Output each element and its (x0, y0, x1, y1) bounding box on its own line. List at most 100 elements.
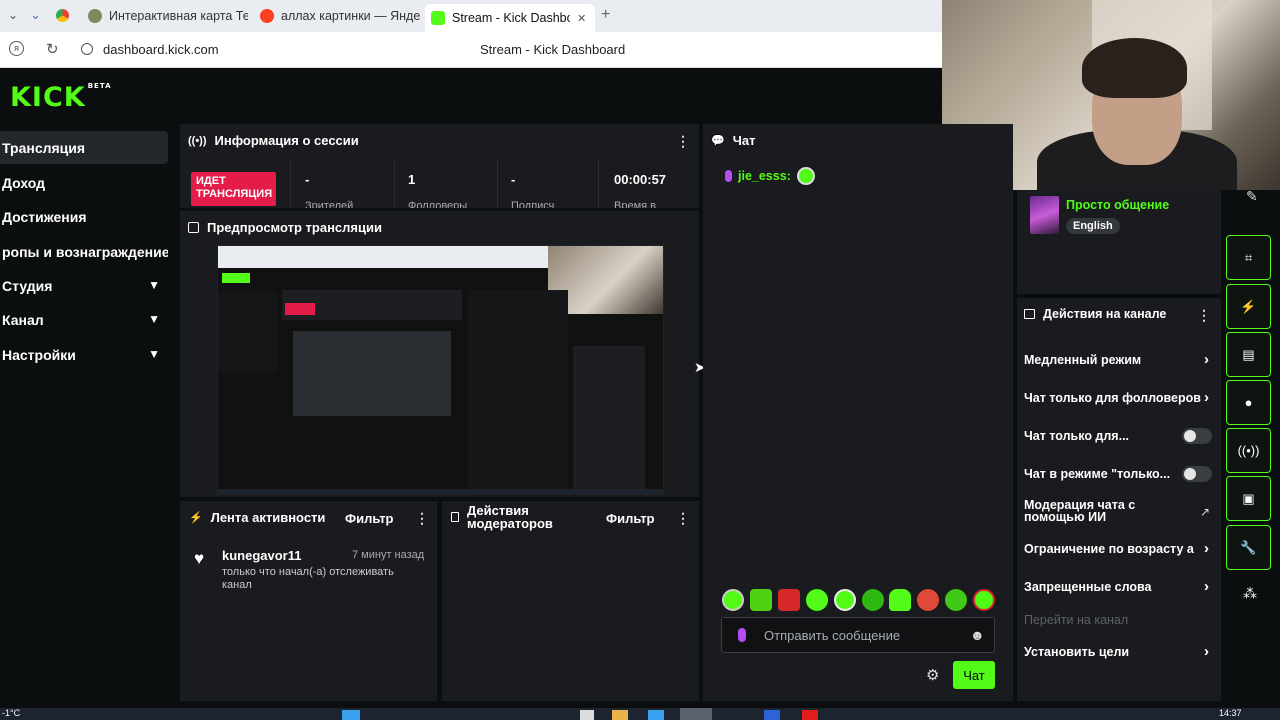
activity-text: только что начал(-а) отслеживать канал (222, 566, 394, 591)
taskbar-app-icon[interactable] (802, 710, 818, 720)
chat-panel (703, 124, 1013, 701)
tab-list-icon[interactable]: ⌄ (8, 8, 18, 22)
chat-send-button[interactable]: Чат (953, 661, 995, 689)
emote-icon[interactable] (806, 589, 828, 611)
chevron-down-icon: ▼ (148, 312, 160, 326)
tab-map[interactable]: Интерактивная карта Тей (82, 4, 248, 28)
start-icon[interactable] (342, 710, 360, 720)
emote-icon[interactable] (722, 589, 744, 611)
emote-icon[interactable] (750, 589, 772, 611)
sidebar-item-achievements[interactable]: Достижения (0, 200, 168, 233)
stream-preview-video[interactable] (217, 245, 664, 495)
tab-label: Интерактивная карта Тей (109, 9, 248, 23)
more-options-icon[interactable]: ⋮ (676, 510, 690, 527)
stat-divider (394, 160, 395, 208)
subscribers-label: Подписч (511, 200, 555, 208)
tab-yandex[interactable]: аллах картинки — Яндекс (254, 4, 420, 28)
sidebar-item-drops-rewards[interactable]: ропы и вознаграждение (0, 235, 168, 268)
emote-icon[interactable] (973, 589, 995, 611)
preview-logo (222, 273, 250, 283)
sidebar-item-label: Доход (2, 174, 46, 191)
mic-icon[interactable] (738, 628, 746, 642)
sidebar-item-stream[interactable]: Трансляция (0, 131, 168, 164)
quick-action-broadcast[interactable]: ((•)) (1226, 428, 1271, 473)
panel-title: Чат (732, 133, 756, 148)
quick-action-layout[interactable]: ▣ (1226, 476, 1271, 521)
action-ai-moderation[interactable]: Модерация чата с помощью ИИ (1024, 499, 1174, 524)
url-field[interactable]: dashboard.kick.com (103, 42, 219, 57)
taskbar-app-icon[interactable] (648, 710, 664, 720)
action-banned-words[interactable]: Запрещенные слова › (1024, 578, 1209, 595)
taskbar-app-icon[interactable] (680, 708, 712, 720)
chevron-down-icon: ▼ (148, 347, 160, 361)
taskbar-app-icon[interactable] (612, 710, 628, 720)
action-followers-only[interactable]: Чат только для фолловеров › (1024, 389, 1209, 406)
quick-action-raid[interactable]: ⚡ (1226, 284, 1271, 329)
preview-browser-bar (218, 246, 548, 268)
close-icon[interactable]: ✕ (577, 12, 586, 25)
more-options-icon[interactable]: ⋮ (415, 510, 429, 527)
action-age-restriction[interactable]: Ограничение по возрасту ау (1024, 542, 1194, 556)
subscribers-value: - (511, 172, 516, 187)
send-label: Чат (963, 667, 985, 683)
stream-category[interactable]: Просто общение (1066, 198, 1169, 212)
chat-input[interactable]: Отправить сообщение ☻ (721, 617, 995, 653)
mod-actions-panel (442, 501, 699, 701)
action-set-goals[interactable]: Установить цели › (1024, 643, 1209, 660)
page-title: Stream - Kick Dashboard (480, 42, 626, 57)
taskbar-app-icon[interactable] (580, 710, 594, 720)
sidebar-item-settings[interactable]: Настройки ▼ (0, 338, 168, 371)
reload-icon[interactable]: ↻ (46, 40, 59, 58)
chat-username[interactable]: jie_esss: (738, 169, 791, 183)
activity-feed-header: ⚡ Лента активности (189, 510, 325, 525)
taskbar-app-icon[interactable] (764, 710, 780, 720)
emote-icon[interactable] (862, 589, 884, 611)
live-status-badge: ИДЕТ ТРАНСЛЯЦИЯ (191, 172, 276, 206)
sidebar-item-income[interactable]: Доход (0, 166, 168, 199)
emote-icon[interactable] (917, 589, 939, 611)
quick-action-chat[interactable]: ● (1226, 380, 1271, 425)
emoji-icon[interactable]: ☻ (970, 627, 985, 643)
sidebar-item-label: Достижения (2, 208, 87, 225)
external-link-icon[interactable]: ↗ (1200, 505, 1210, 519)
heart-icon: ♥ (194, 549, 205, 568)
sidebar-item-channel[interactable]: Канал ▼ (0, 303, 168, 336)
chrome-icon[interactable] (56, 9, 69, 22)
edit-icon[interactable]: ✎ (1246, 188, 1258, 205)
tab-kick-dashboard[interactable]: Stream - Kick Dashboard ✕ (425, 4, 595, 32)
bookmark-icon[interactable]: ⌄ (30, 7, 41, 23)
document-icon: ▤ (1242, 346, 1255, 362)
uptime-label: Время в (614, 200, 656, 208)
mod-actions-header: Действия модераторов (451, 504, 562, 530)
activity-filter-button[interactable]: Фильтр (345, 511, 394, 526)
quick-action-screenshot[interactable]: ⌗ (1226, 235, 1271, 280)
document-icon (451, 512, 459, 522)
action-slow-mode[interactable]: Медленный режим › (1024, 351, 1209, 368)
kick-logo[interactable]: KICK BETA (10, 82, 112, 113)
emote-icon[interactable] (945, 589, 967, 611)
chat-mode-only-toggle[interactable] (1182, 466, 1212, 482)
activity-user[interactable]: kunegavor11 (222, 548, 302, 563)
gear-icon[interactable]: ⚙ (926, 666, 939, 684)
channel-actions-header: Действия на канале (1024, 307, 1166, 321)
more-actions-icon[interactable]: ⁂ (1243, 585, 1257, 602)
site-info-icon[interactable] (81, 43, 93, 55)
preview-icon (188, 222, 199, 233)
more-options-icon[interactable]: ⋮ (676, 133, 690, 150)
emote-icon[interactable] (889, 589, 911, 611)
quick-action-notes[interactable]: ▤ (1226, 332, 1271, 377)
more-options-icon[interactable]: ⋮ (1197, 307, 1211, 324)
mod-filter-button[interactable]: Фильтр (606, 511, 655, 526)
chat-only-for-toggle[interactable] (1182, 428, 1212, 444)
emote-icon[interactable] (834, 589, 856, 611)
stream-preview-header: Предпросмотр трансляции (188, 220, 382, 235)
yandex-home-icon[interactable]: я (9, 41, 24, 56)
sidebar-item-studio[interactable]: Студия ▼ (0, 269, 168, 302)
viewers-value: - (305, 172, 310, 187)
broadcast-icon: ((•)) (188, 134, 207, 147)
emote-icon[interactable] (778, 589, 800, 611)
category-thumbnail[interactable] (1030, 196, 1059, 234)
quick-action-tools[interactable]: 🔧 (1226, 525, 1271, 570)
new-tab-button[interactable]: + (601, 6, 610, 24)
globe-icon (88, 9, 102, 23)
